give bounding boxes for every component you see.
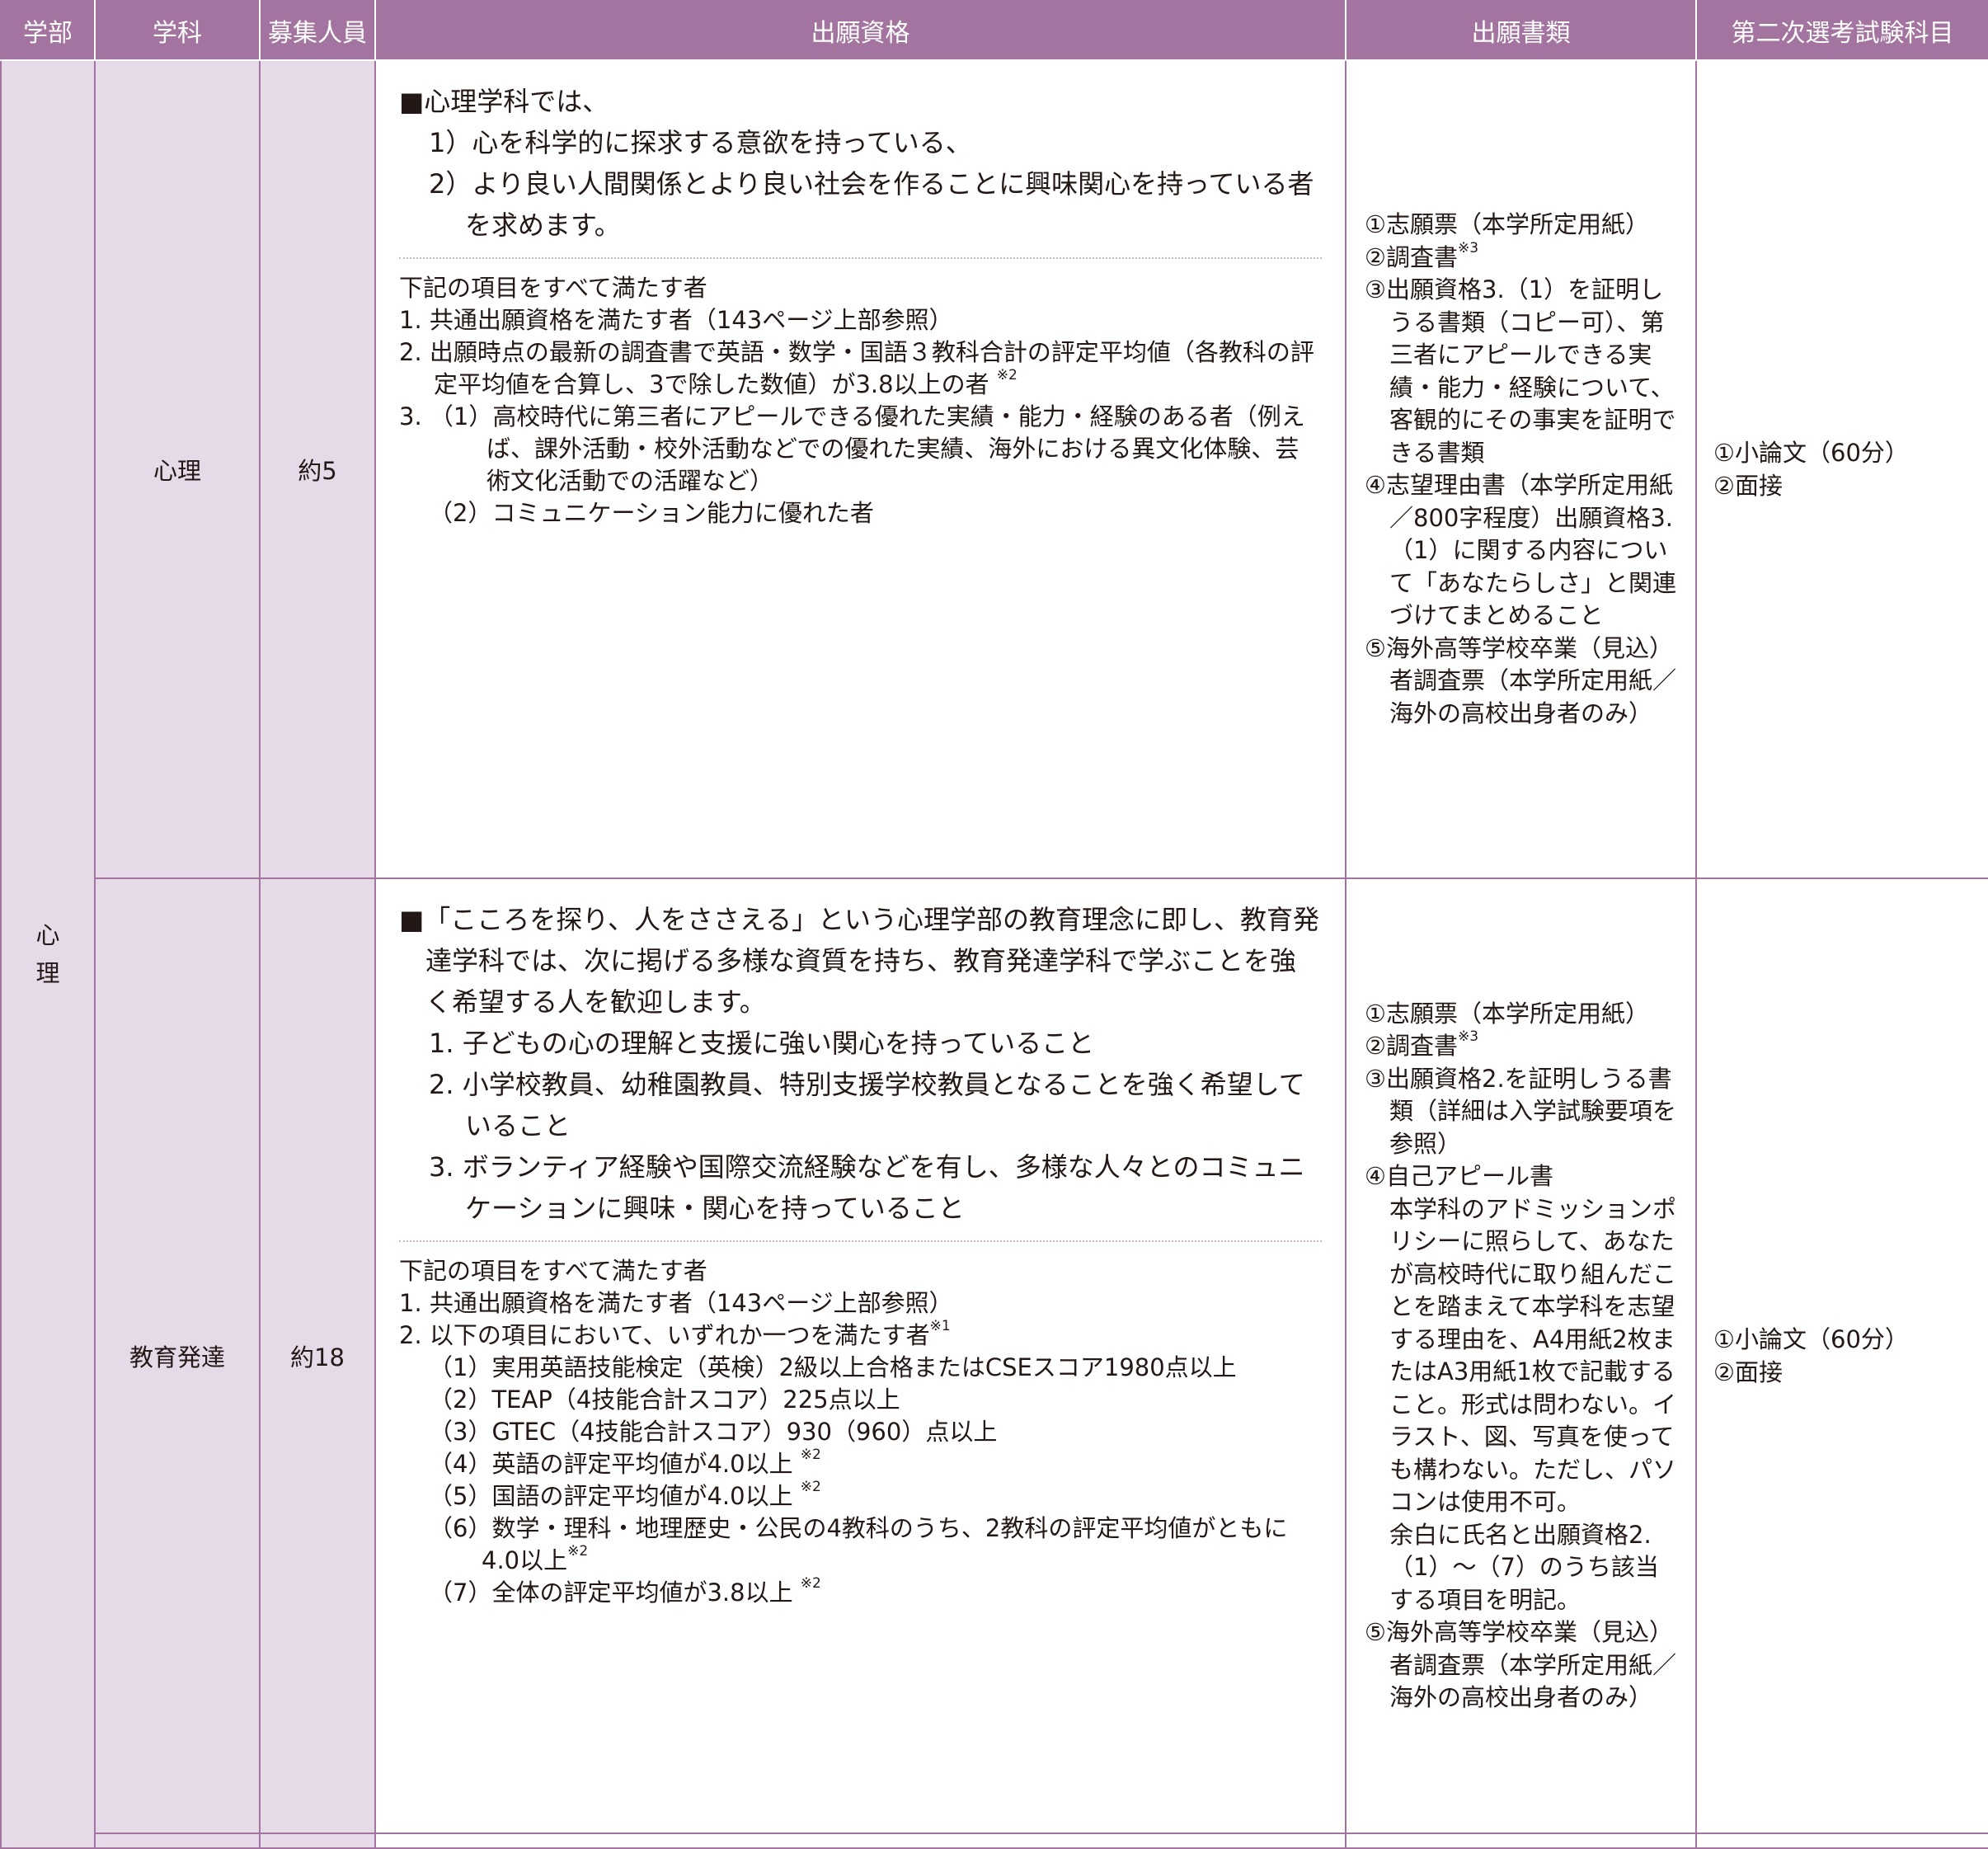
document-item: ②調査書※3 [1365, 239, 1479, 271]
dotted-divider [399, 257, 1322, 259]
header-row: 学部 学科 募集人員 出願資格 出願書類 第二次選考試験科目 [0, 0, 1988, 61]
requirement-subitem: （2）TEAP（4技能合計スコア）225点以上 [429, 1386, 900, 1414]
requirement-subitem: （6）数学・理科・地理歴史・公民の4教科のうち、2教科の評定平均値がともに4.0… [429, 1514, 1288, 1574]
qualification-cell: ■「こころを探り、人をささえる」という心理学部の教育理念に即し、教育発達学科では… [374, 877, 1346, 1834]
document-item: ②調査書※3 [1365, 1028, 1479, 1061]
policy-heading: ■「こころを探り、人をささえる」という心理学部の教育理念に即し、教育発達学科では… [399, 904, 1319, 1018]
header-faculty: 学部 [0, 0, 96, 61]
document-item: ⑤海外高等学校卒業（見込）者調査票（本学所定用紙／海外の高校出身者のみ） [1365, 633, 1677, 727]
requirement-subitem: （3）GTEC（4技能合計スコア）930（960）点以上 [429, 1418, 998, 1446]
footnote-mark: ※2 [567, 1543, 589, 1560]
policy-item: 1）心を科学的に探求する意欲を持っている、 [429, 127, 972, 158]
capacity-value: 約18 [290, 1343, 345, 1371]
document-item: ③出願資格2.を証明しうる書類（詳細は入学試験要項を参照） [1365, 1064, 1677, 1158]
requirement-item: 3. （1）高校時代に第三者にアピールできる優れた実績・能力・経験のある者（例え… [399, 402, 1305, 495]
capacity-cell: 約18 [259, 877, 376, 1834]
requirements-heading: 下記の項目をすべて満たす者 [399, 1257, 707, 1285]
header-capacity: 募集人員 [259, 0, 376, 61]
footnote-mark: ※2 [996, 367, 1017, 383]
document-item: ④自己アピール書 [1365, 1162, 1553, 1190]
policy-heading: ■心理学科では、 [399, 86, 609, 117]
continuation-cell [374, 1833, 1346, 1849]
requirement-subitem: （7）全体の評定平均値が3.8以上 ※2 [429, 1575, 821, 1607]
document-item: ⑤海外高等学校卒業（見込）者調査票（本学所定用紙／海外の高校出身者のみ） [1365, 1618, 1677, 1711]
continuation-cell [259, 1833, 376, 1849]
header-documents: 出願書類 [1345, 0, 1697, 61]
admission-table: 学部 学科 募集人員 出願資格 出願書類 第二次選考試験科目 心理 心理 約5 … [0, 0, 1988, 1849]
requirement-subitem: （1）実用英語技能検定（英検）2級以上合格またはCSEスコア1980点以上 [429, 1353, 1237, 1381]
footnote-mark: ※2 [800, 1447, 821, 1463]
header-department: 学科 [94, 0, 261, 61]
policy-item: 2）より良い人間関係とより良い社会を作ることに興味関心を持っている者を求めます。 [429, 168, 1314, 241]
footnote-mark: ※1 [929, 1318, 951, 1334]
table-row: 教育発達 約18 ■「こころを探り、人をささえる」という心理学部の教育理念に即し… [1, 877, 1988, 1834]
faculty-name: 心理 [35, 921, 60, 987]
table-row: 心理 心理 約5 ■心理学科では、 1）心を科学的に探求する意欲を持っている、 … [0, 59, 1988, 1849]
exam-cell: ①小論文（60分） ②面接 [1695, 59, 1988, 879]
qualification-cell: ■心理学科では、 1）心を科学的に探求する意欲を持っている、 2）より良い人間関… [374, 59, 1346, 879]
document-item: ③出願資格3.（1）を証明しうる書類（コピー可）、第三者にアピールできる実績・能… [1365, 275, 1676, 467]
continuation-cell [94, 1833, 261, 1849]
document-item: ①志願票（本学所定用紙） [1365, 999, 1649, 1028]
requirement-item: 2. 以下の項目において、いずれか一つを満たす者※1 [399, 1318, 951, 1350]
document-description: 余白に氏名と出願資格2.（1）〜（7）のうち該当する項目を明記。 [1389, 1520, 1659, 1614]
capacity-value: 約5 [298, 457, 337, 485]
footnote-mark: ※3 [1458, 1028, 1479, 1045]
requirement-subitem: （5）国語の評定平均値が4.0以上 ※2 [429, 1479, 821, 1511]
exam-item: ②面接 [1713, 472, 1783, 500]
documents-cell: ①志願票（本学所定用紙） ②調査書※3 ③出願資格2.を証明しうる書類（詳細は入… [1345, 877, 1697, 1834]
footnote-mark: ※3 [1458, 239, 1479, 256]
continuation-cell [1345, 1833, 1697, 1849]
header-exam: 第二次選考試験科目 [1695, 0, 1988, 61]
table-row-continuation [1, 1833, 1988, 1849]
document-item: ④志望理由書（本学所定用紙／800字程度）出願資格3.（1）に関する内容について… [1365, 471, 1677, 629]
policy-item: 1. 子どもの心の理解と支援に強い関心を持っていること [429, 1028, 1095, 1059]
department-name: 心理 [153, 457, 201, 485]
department-cell: 教育発達 [94, 877, 261, 1834]
capacity-cell: 約5 [259, 59, 376, 879]
document-description: 本学科のアドミッションポリシーに照らして、あなたが高校時代に取り組んだことを踏ま… [1389, 1194, 1677, 1517]
department-cell: 心理 [94, 59, 261, 879]
exam-item: ②面接 [1713, 1358, 1783, 1386]
dotted-divider [399, 1240, 1322, 1242]
footnote-mark: ※2 [800, 1575, 821, 1592]
footnote-mark: ※2 [800, 1479, 821, 1495]
exam-item: ①小論文（60分） [1713, 439, 1909, 467]
requirement-subitem: （2）コミュニケーション能力に優れた者 [429, 499, 874, 527]
requirement-item: 1. 共通出願資格を満たす者（143ページ上部参照） [399, 306, 953, 334]
exam-cell: ①小論文（60分） ②面接 [1695, 877, 1988, 1834]
requirement-item: 2. 出願時点の最新の調査書で英語・数学・国語３教科合計の評定平均値（各教科の評… [399, 338, 1314, 398]
faculty-cell: 心理 [0, 59, 96, 1849]
exam-item: ①小論文（60分） [1713, 1325, 1909, 1353]
requirement-subitem: （4）英語の評定平均値が4.0以上 ※2 [429, 1447, 821, 1479]
document-item: ①志願票（本学所定用紙） [1365, 210, 1649, 238]
continuation-cell [1695, 1833, 1988, 1849]
header-qualification: 出願資格 [374, 0, 1346, 61]
policy-item: 3. ボランティア経験や国際交流経験などを有し、多様な人々とのコミュニケーション… [429, 1151, 1305, 1224]
requirement-item: 1. 共通出願資格を満たす者（143ページ上部参照） [399, 1289, 953, 1317]
documents-cell: ①志願票（本学所定用紙） ②調査書※3 ③出願資格3.（1）を証明しうる書類（コ… [1345, 59, 1697, 879]
policy-item: 2. 小学校教員、幼稚園教員、特別支援学校教員となることを強く希望していること [429, 1069, 1305, 1141]
requirements-heading: 下記の項目をすべて満たす者 [399, 274, 707, 302]
department-name: 教育発達 [129, 1343, 225, 1371]
